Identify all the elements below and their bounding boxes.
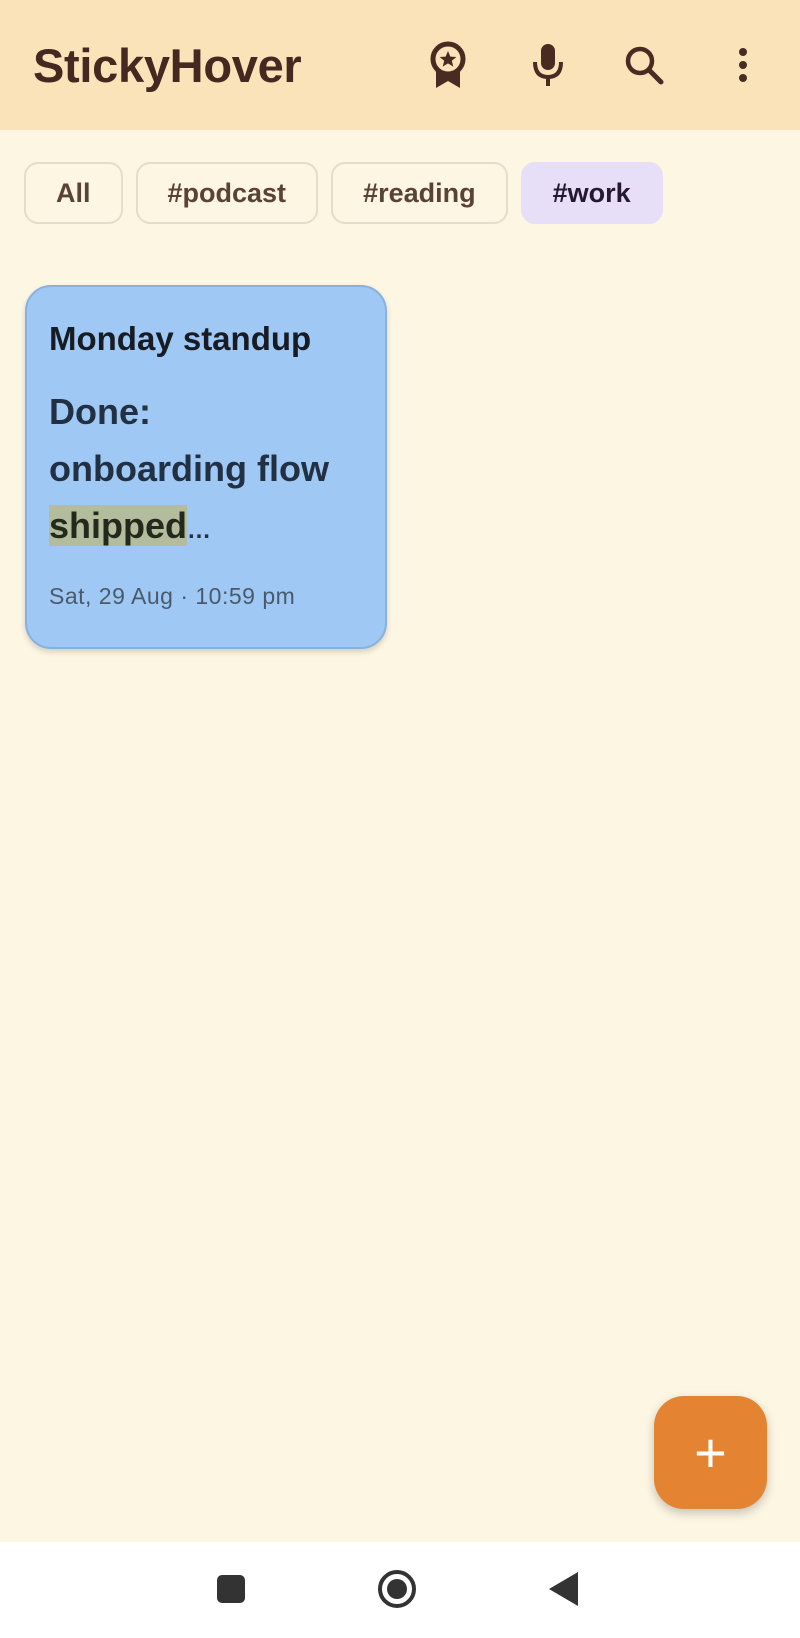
note-timestamp: Sat, 29 Aug · 10:59 pm — [49, 583, 296, 609]
home-icon[interactable] — [372, 1564, 422, 1614]
note-title: Monday standup — [49, 320, 312, 357]
add-note-button[interactable]: + — [654, 1396, 767, 1509]
badge-icon[interactable] — [424, 41, 472, 89]
search-highlight: shipped — [49, 505, 188, 546]
note-body-line: onboarding flow — [49, 448, 329, 489]
truncation-ellipsis: … — [187, 517, 212, 544]
note-card[interactable]: Monday standup Done: onboarding flow shi… — [25, 285, 387, 649]
chip-reading[interactable]: #reading — [331, 162, 508, 224]
recents-icon[interactable] — [206, 1564, 256, 1614]
microphone-icon[interactable] — [524, 41, 572, 89]
note-body-line: shipped… — [49, 497, 363, 559]
system-nav-bar — [0, 1542, 800, 1638]
note-body-line: Done: — [49, 391, 151, 432]
more-vert-icon[interactable] — [719, 41, 767, 89]
note-body: Done: onboarding flow shipped… — [49, 383, 363, 559]
search-icon[interactable] — [620, 41, 668, 89]
back-icon[interactable] — [538, 1564, 588, 1614]
tag-filter-row: All #podcast #reading #work — [24, 162, 663, 224]
top-app-bar: StickyHover — [0, 0, 800, 130]
plus-icon: + — [694, 1420, 727, 1484]
chip-work[interactable]: #work — [520, 162, 663, 224]
chip-podcast[interactable]: #podcast — [135, 162, 319, 224]
chip-all[interactable]: All — [24, 162, 123, 224]
app-title: StickyHover — [33, 39, 302, 92]
